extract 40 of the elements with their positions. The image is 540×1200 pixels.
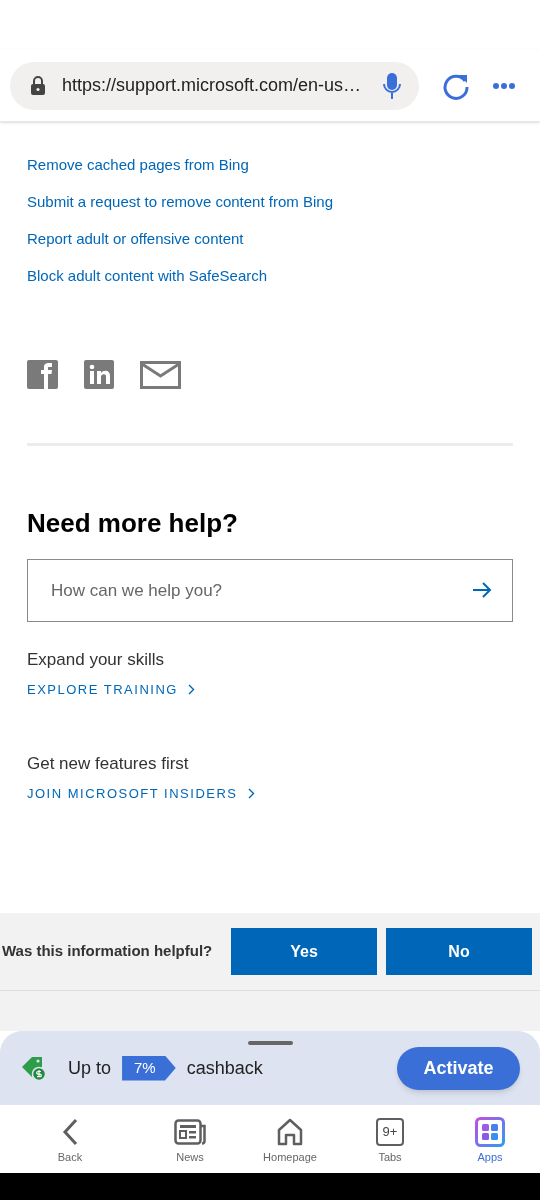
drag-handle[interactable] — [248, 1041, 293, 1045]
section-heading: Need more help? — [27, 510, 239, 536]
linkedin-icon[interactable] — [84, 360, 114, 389]
section-subheading: Expand your skills — [27, 649, 165, 671]
lock-icon — [30, 75, 46, 96]
back-icon — [61, 1118, 79, 1146]
related-link[interactable]: Remove cached pages from Bing — [27, 154, 249, 176]
cashback-text: cashback — [186, 1056, 263, 1080]
feedback-button[interactable]: Yes — [231, 928, 377, 975]
facebook-icon[interactable] — [27, 360, 58, 389]
url-text: https://support.microsoft.com/en-us… — [62, 74, 363, 97]
cta-link[interactable]: EXPLORE TRAINING — [27, 680, 195, 700]
news-icon — [174, 1119, 206, 1145]
feedback-question: Was this information helpful? — [2, 941, 214, 962]
nav-back-button[interactable]: Back — [0, 1105, 140, 1173]
address-bar[interactable]: https://support.microsoft.com/en-us… — [10, 61, 419, 110]
price-tag-icon — [20, 1055, 48, 1081]
related-link[interactable]: Report adult or offensive content — [27, 228, 244, 250]
cta-link[interactable]: JOIN MICROSOFT INSIDERS — [27, 783, 255, 803]
nav-homepage-button[interactable]: Homepage — [240, 1105, 340, 1173]
related-link[interactable]: Submit a request to remove content from Bing — [27, 191, 333, 213]
more-icon[interactable] — [492, 81, 516, 90]
cashback-text: Up to — [68, 1056, 112, 1080]
apps-icon — [475, 1117, 505, 1147]
related-link[interactable]: Block adult content with SafeSearch — [27, 265, 268, 287]
activate-button[interactable]: Activate — [397, 1046, 520, 1090]
feedback-button[interactable]: No — [386, 928, 532, 975]
email-icon[interactable] — [140, 360, 181, 389]
section-subheading: Get new features first — [27, 752, 190, 775]
search-field[interactable]: How can we help you? — [27, 559, 513, 622]
tab-count-icon: 9+ — [376, 1118, 404, 1146]
chevron-right-icon — [187, 684, 195, 696]
microphone-icon[interactable] — [383, 71, 401, 100]
nav-tabs-button[interactable]: 9+ Tabs — [340, 1105, 440, 1173]
arrow-right-icon[interactable] — [472, 581, 492, 599]
nav-apps-button[interactable]: Apps — [440, 1105, 540, 1173]
rate-tag: 7% — [122, 1055, 176, 1081]
chevron-right-icon — [247, 787, 255, 799]
home-icon — [276, 1118, 304, 1146]
nav-news-button[interactable]: News — [140, 1105, 240, 1173]
